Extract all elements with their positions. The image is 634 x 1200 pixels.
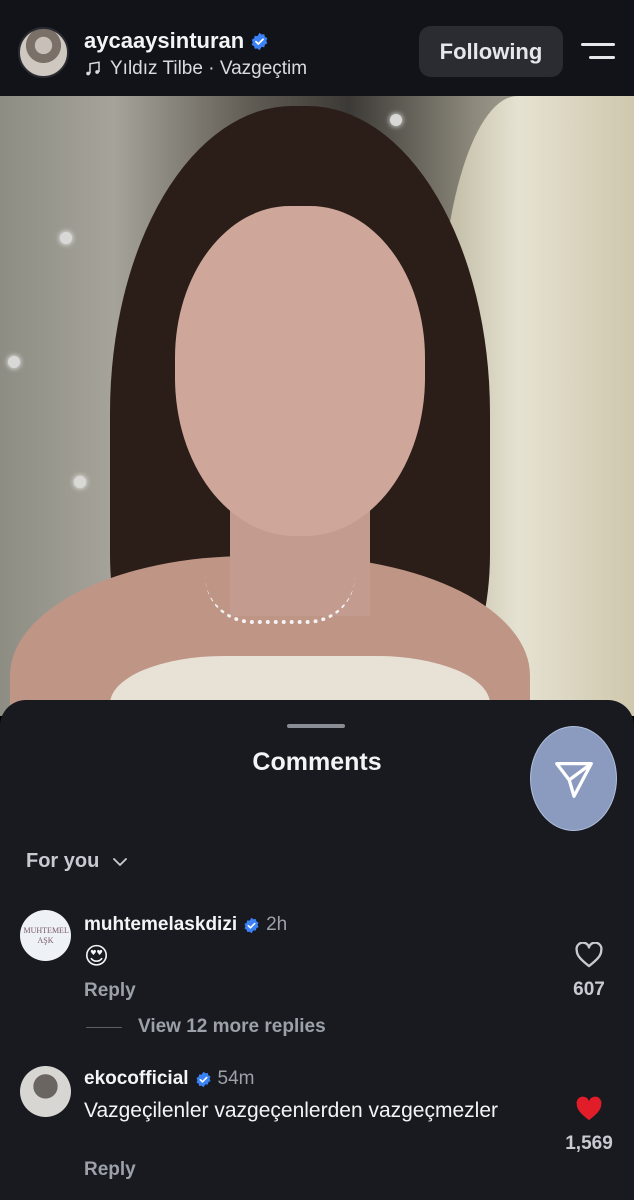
verified-badge-icon — [196, 1071, 211, 1087]
comment-username-text: ekocofficial — [84, 1068, 189, 1089]
sheet-grabber[interactable] — [287, 724, 345, 728]
reel-header: aycaaysinturan Yıldız Tilbe · Vazgeçtim … — [0, 0, 634, 96]
share-button[interactable] — [530, 726, 617, 831]
comment-time: 54m — [217, 1068, 255, 1089]
reel-video[interactable] — [0, 96, 634, 716]
decor-tuft — [8, 356, 20, 368]
chevron-down-icon — [113, 857, 128, 866]
profile-username-text: aycaaysinturan — [84, 28, 245, 53]
profile-username[interactable]: aycaaysinturan — [84, 28, 269, 54]
comment-username[interactable]: muhtemelaskdizi 2h — [84, 914, 287, 936]
avatar-logo-text: MUHTEMEL AŞK — [23, 925, 69, 945]
music-note-icon — [86, 61, 100, 76]
heart-icon — [575, 941, 603, 968]
verified-badge-icon — [251, 32, 268, 50]
comment-username-text: muhtemelaskdizi — [84, 914, 238, 935]
replies-divider — [86, 1026, 122, 1028]
like-button[interactable]: 607 — [560, 941, 618, 1001]
decor-light — [390, 114, 402, 126]
music-title: Yıldız Tilbe · Vazgeçtim — [110, 58, 308, 79]
following-button[interactable]: Following — [419, 26, 563, 77]
profile-avatar[interactable] — [18, 27, 69, 78]
like-count: 607 — [573, 979, 605, 1000]
send-icon — [554, 761, 593, 798]
comment-avatar[interactable] — [20, 1066, 71, 1117]
comment-time: 2h — [266, 914, 288, 935]
face-shape — [175, 206, 425, 536]
decor-tuft — [60, 232, 72, 244]
like-count: 1,569 — [565, 1133, 613, 1154]
view-more-replies-label: View 12 more replies — [138, 1016, 326, 1037]
reply-button[interactable]: Reply — [84, 1159, 136, 1181]
comments-sheet: Comments For you MUHTEMEL AŞK muhtemelas… — [0, 700, 634, 1200]
like-button[interactable]: 1,569 — [560, 1096, 618, 1155]
comment-filter-label: For you — [26, 850, 100, 872]
comment-username[interactable]: ekocofficial 54m — [84, 1068, 255, 1090]
verified-badge-icon — [244, 917, 259, 933]
heart-icon — [576, 1096, 602, 1121]
music-info[interactable]: Yıldız Tilbe · Vazgeçtim — [84, 58, 307, 80]
comment-avatar[interactable]: MUHTEMEL AŞK — [20, 910, 71, 961]
comment-text: 😍 — [84, 943, 110, 970]
comment-filter-dropdown[interactable]: For you — [26, 850, 129, 873]
menu-icon[interactable] — [581, 40, 615, 64]
comment-text: Vazgeçilenler vazgeçenlerden vazgeçmezle… — [84, 1099, 499, 1122]
decor-tuft — [74, 476, 86, 488]
view-more-replies[interactable]: View 12 more replies — [86, 1016, 326, 1038]
reply-button[interactable]: Reply — [84, 980, 136, 1002]
